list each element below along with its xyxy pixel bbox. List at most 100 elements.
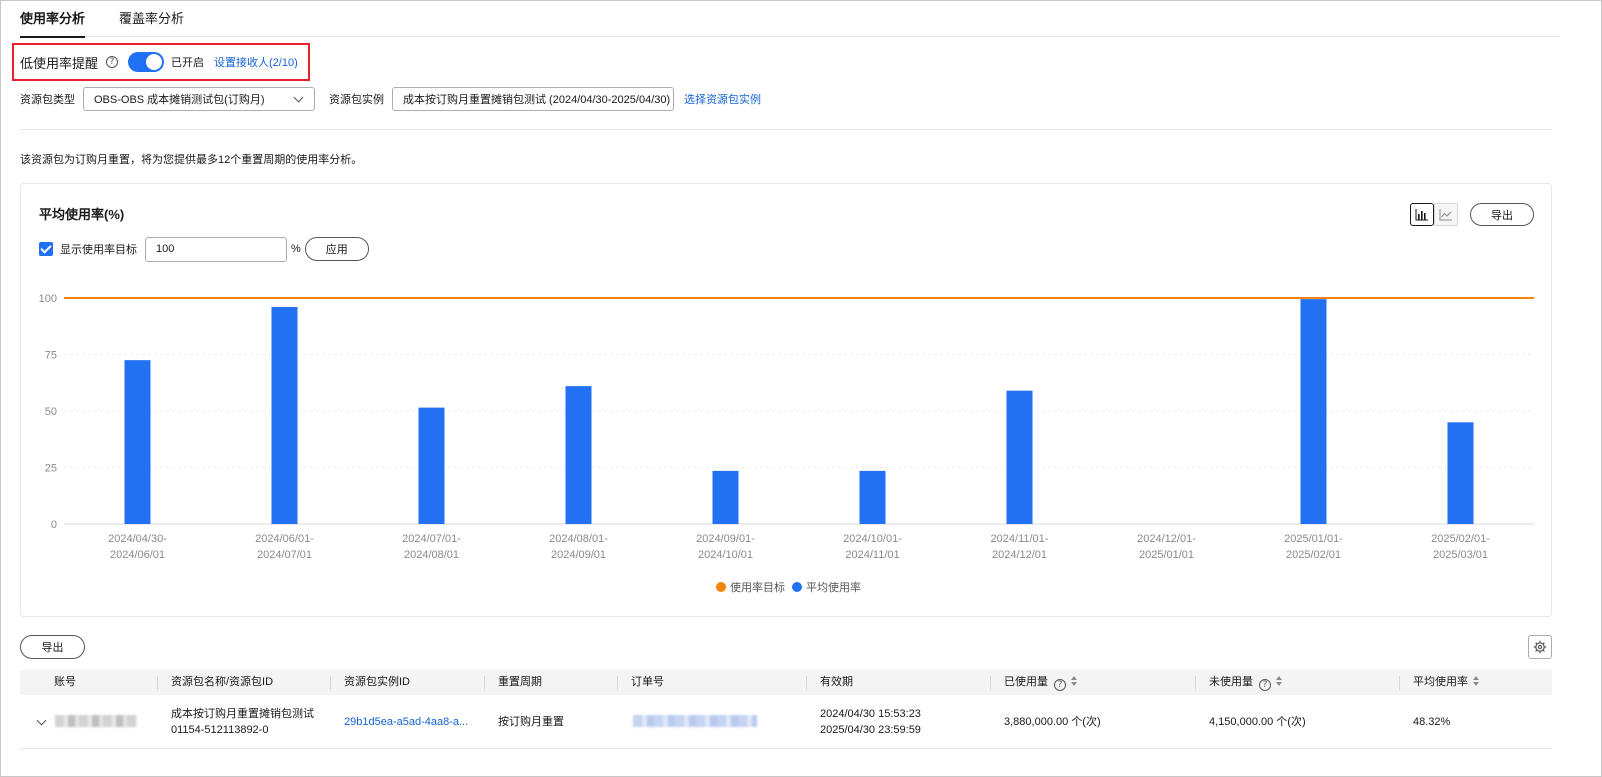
bar [712, 470, 739, 524]
x-tick-label: 2024/06/01- [255, 533, 314, 545]
col-account: 账号 [54, 670, 76, 695]
tab-usage-analysis[interactable]: 使用率分析 [20, 0, 86, 38]
instance-id-link[interactable]: 29b1d5ea-a5ad-4aa8-a... [344, 714, 468, 730]
filter-row: 资源包类型 OBS-OBS 成本摊销测试包(订购月) 资源包实例 成本按订购月重… [20, 87, 761, 111]
bar [418, 407, 445, 524]
col-reset-cycle-label: 重置周期 [498, 676, 542, 688]
package-instance-label: 资源包实例 [329, 94, 384, 106]
y-tick-label: 25 [45, 463, 57, 475]
x-tick-label: 2024/09/01- [696, 533, 755, 545]
select-instance-link[interactable]: 选择资源包实例 [684, 91, 761, 107]
x-tick-label: 2024/10/01 [698, 549, 753, 561]
col-package-name-label: 资源包名称/资源包ID [171, 676, 274, 688]
package-type-value: OBS-OBS 成本摊销测试包(订购月) [94, 94, 265, 106]
avg-rate-cell: 48.32% [1413, 716, 1451, 728]
masked-account [55, 715, 137, 727]
help-icon[interactable]: ? [1259, 679, 1271, 691]
chart-card: 平均使用率(%) 导出 显示使用率目标 % 应用 02550751002024/… [20, 183, 1552, 617]
y-tick-label: 75 [45, 350, 57, 362]
sort-icon[interactable] [1276, 676, 1283, 686]
masked-order-number[interactable] [633, 715, 757, 727]
expand-row-icon[interactable] [36, 715, 47, 726]
sort-icon[interactable] [1071, 676, 1078, 686]
package-instance-field[interactable]: 成本按订购月重置摊销包测试 (2024/04/30-2025/04/30) [392, 87, 674, 111]
info-text: 该资源包为订购月重置，将为您提供最多12个重置周期的使用率分析。 [20, 154, 363, 166]
bar [565, 386, 592, 524]
x-tick-label: 2025/02/01- [1431, 533, 1490, 545]
x-tick-label: 2024/11/01- [991, 533, 1049, 545]
col-avg-rate-label: 平均使用率 [1413, 676, 1468, 688]
col-used-label: 已使用量 [1004, 676, 1048, 688]
x-tick-label: 2024/12/01- [1137, 533, 1196, 545]
x-tick-label: 2025/03/01 [1433, 549, 1488, 561]
set-receivers-link[interactable]: 设置接收人(2/10) [214, 54, 298, 70]
bar [1300, 299, 1327, 524]
col-instance-id: 资源包实例ID [330, 670, 410, 695]
tab-bar: 使用率分析 覆盖率分析 [20, 0, 1560, 38]
low-usage-alert-row: 低使用率提醒 ? 已开启 设置接收人(2/10) [20, 52, 298, 72]
package-type-label: 资源包类型 [20, 94, 75, 106]
sort-icon[interactable] [1473, 676, 1480, 686]
used-amount-cell: 3,880,000.00 个(次) [1004, 716, 1101, 728]
usage-bar-chart: 0 25 50 75 100 2024/04/30- 2024/06/01 2024/06/0… [39, 293, 1534, 594]
col-order-no-label: 订单号 [631, 676, 664, 688]
package-type-select[interactable]: OBS-OBS 成本摊销测试包(订购月) [83, 87, 315, 111]
x-tick-label: 2024/12/01 [992, 549, 1047, 561]
toggle-status-text: 已开启 [171, 57, 205, 69]
bar [1447, 422, 1474, 524]
x-tick-label: 2024/11/01 [845, 549, 899, 561]
x-tick-label: 2024/07/01 [257, 549, 312, 561]
legend-target-label: 使用率目标 [730, 580, 785, 594]
validity-end: 2025/04/30 23:59:59 [820, 724, 921, 736]
chevron-down-icon [293, 92, 304, 103]
unused-amount-cell: 4,150,000.00 个(次) [1209, 716, 1306, 728]
section-divider [20, 129, 1552, 130]
low-usage-alert-toggle[interactable] [128, 52, 165, 72]
y-tick-label: 0 [51, 519, 57, 531]
x-tick-label: 2024/09/01 [551, 549, 606, 561]
package-instance-value: 成本按订购月重置摊销包测试 (2024/04/30-2025/04/30) [403, 94, 671, 106]
x-tick-label: 2025/02/01 [1286, 549, 1341, 561]
col-validity-label: 有效期 [820, 676, 853, 688]
col-avg-rate: 平均使用率 [1399, 670, 1480, 695]
bar [271, 307, 298, 524]
col-instance-id-label: 资源包实例ID [344, 676, 410, 688]
package-id: 01154-512113892-0 [171, 724, 269, 736]
tab-coverage-analysis[interactable]: 覆盖率分析 [119, 0, 184, 37]
bar [1006, 390, 1033, 524]
y-tick-label: 100 [39, 293, 57, 305]
table-settings-button[interactable] [1528, 635, 1552, 659]
x-tick-label: 2024/07/01- [402, 533, 461, 545]
x-tick-label: 2024/04/30- [108, 533, 167, 545]
reset-cycle-cell: 按订购月重置 [498, 716, 564, 728]
toggle-knob [146, 54, 163, 70]
bar [859, 470, 886, 524]
low-usage-alert-label: 低使用率提醒 [20, 55, 99, 71]
table-header: 账号 资源包名称/资源包ID 资源包实例ID 重置周期 订单号 有效期 已使用量… [20, 670, 1552, 695]
x-tick-label: 2025/01/01- [1284, 533, 1343, 545]
legend-series-marker [792, 582, 802, 592]
legend-series-label: 平均使用率 [806, 580, 861, 594]
x-tick-label: 2024/06/01 [110, 549, 165, 561]
col-unused: 未使用量? [1195, 670, 1283, 695]
y-tick-label: 50 [45, 406, 57, 418]
help-icon[interactable]: ? [106, 56, 119, 68]
table-export-button[interactable]: 导出 [20, 635, 85, 659]
x-tick-label: 2024/08/01- [549, 533, 608, 545]
package-name-cell: 成本按订购月重置摊销包测试 01154-512113892-0 [171, 706, 314, 738]
help-icon[interactable]: ? [1054, 679, 1066, 691]
x-tick-label: 2025/01/01 [1139, 549, 1194, 561]
bar [124, 360, 151, 524]
x-tick-label: 2024/10/01- [843, 533, 902, 545]
col-validity: 有效期 [806, 670, 853, 695]
gear-icon [1533, 640, 1547, 654]
x-tick-label: 2024/08/01 [404, 549, 459, 561]
col-account-label: 账号 [54, 676, 76, 688]
table-row: 成本按订购月重置摊销包测试 01154-512113892-0 29b1d5ea… [20, 695, 1552, 749]
legend-target-marker [716, 582, 726, 592]
col-reset-cycle: 重置周期 [484, 670, 542, 695]
col-unused-label: 未使用量 [1209, 676, 1253, 688]
validity-start: 2024/04/30 15:53:23 [820, 708, 921, 720]
col-order-no: 订单号 [617, 670, 664, 695]
validity-cell: 2024/04/30 15:53:23 2025/04/30 23:59:59 [820, 706, 921, 738]
